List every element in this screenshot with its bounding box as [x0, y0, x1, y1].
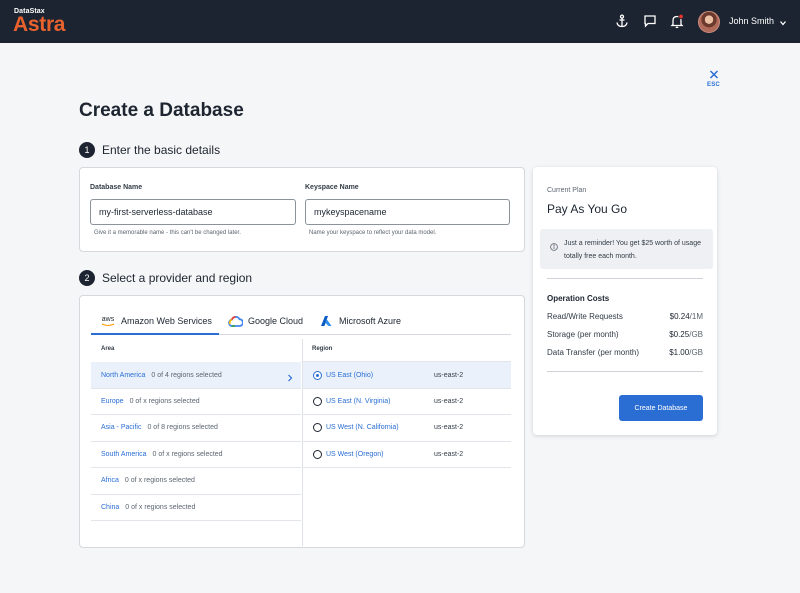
- plan-name: Pay As You Go: [547, 202, 628, 216]
- radio-button[interactable]: [313, 371, 322, 380]
- region-column-header: Region: [312, 346, 333, 352]
- google-cloud-icon: [228, 315, 243, 327]
- cost-label: Read/Write Requests: [547, 312, 623, 321]
- cost-price: $1.00: [669, 348, 690, 357]
- area-name: Europe: [101, 398, 124, 405]
- tab-google-cloud[interactable]: Google Cloud: [228, 309, 303, 333]
- keyspace-name-label: Keyspace Name: [305, 184, 359, 191]
- basic-details-card: Database Name Give it a memorable name -…: [79, 167, 525, 252]
- azure-icon: [320, 315, 332, 327]
- area-column-header: Area: [101, 346, 115, 352]
- cost-unit: /GB: [689, 348, 703, 357]
- row-divider: [303, 467, 511, 468]
- cost-unit: /1M: [689, 312, 703, 321]
- area-count: 0 of x regions selected: [129, 398, 200, 405]
- area-name: China: [101, 504, 120, 511]
- tab-label: Amazon Web Services: [121, 316, 212, 326]
- step-number: 2: [79, 270, 95, 286]
- region-row-us-east-n-virginia[interactable]: US East (N. Virginia) us-east-2: [303, 388, 511, 415]
- step-number: 1: [79, 142, 95, 158]
- tab-microsoft-azure[interactable]: Microsoft Azure: [320, 309, 401, 333]
- step-2-header: 2 Select a provider and region: [79, 270, 252, 286]
- cost-price: $0.25: [669, 330, 690, 339]
- user-name[interactable]: John Smith: [729, 16, 774, 26]
- free-usage-notice: Just a reminder! You get $25 worth of us…: [540, 229, 713, 269]
- radio-button[interactable]: [313, 423, 322, 432]
- cost-label: Data Transfer (per month): [547, 348, 640, 357]
- area-row-south-america[interactable]: South America 0 of x regions selected: [91, 441, 301, 468]
- page-title: Create a Database: [79, 100, 244, 121]
- create-database-button[interactable]: Create Database: [619, 395, 703, 421]
- top-navigation-bar: DataStax Astra John Smith: [0, 0, 800, 43]
- esc-label[interactable]: ESC: [707, 82, 720, 88]
- region-name: US West (N. California): [326, 424, 399, 431]
- area-name: South America: [101, 451, 147, 458]
- cost-label: Storage (per month): [547, 330, 619, 339]
- divider: [547, 371, 703, 372]
- tab-label: Google Cloud: [248, 316, 304, 326]
- area-row-africa[interactable]: Africa 0 of x regions selected: [91, 467, 301, 494]
- cost-unit: /GB: [689, 330, 703, 339]
- region-name: US East (N. Virginia): [326, 398, 391, 405]
- area-count: 0 of x regions selected: [125, 504, 196, 511]
- region-row-us-west-oregon[interactable]: US West (Oregon) us-east-2: [303, 441, 511, 468]
- cost-row-read-write: Read/Write Requests $0.24/1M: [547, 312, 703, 321]
- radio-button[interactable]: [313, 450, 322, 459]
- current-plan-label: Current Plan: [547, 187, 587, 194]
- region-row-us-west-n-california[interactable]: US West (N. California) us-east-2: [303, 414, 511, 441]
- area-row-china[interactable]: China 0 of x regions selected: [91, 494, 301, 521]
- chat-icon[interactable]: [641, 12, 659, 30]
- divider: [547, 278, 703, 279]
- database-name-label: Database Name: [90, 184, 143, 191]
- area-name: North America: [101, 372, 146, 379]
- notice-text: Just a reminder! You get $25 worth of us…: [564, 240, 701, 260]
- active-tab-indicator: [91, 333, 219, 335]
- area-count: 0 of x regions selected: [152, 451, 223, 458]
- region-code: us-east-2: [434, 398, 464, 405]
- keyspace-name-help: Name your keyspace to reflect your data …: [309, 230, 437, 236]
- anchor-icon[interactable]: [613, 12, 631, 30]
- plan-summary-card: Current Plan Pay As You Go Just a remind…: [533, 167, 717, 435]
- region-code: us-east-2: [434, 372, 464, 379]
- operation-costs-title: Operation Costs: [547, 294, 610, 303]
- region-name: US West (Oregon): [326, 451, 384, 458]
- step-title: Enter the basic details: [102, 143, 221, 157]
- region-name: US East (Ohio): [326, 372, 374, 379]
- region-row-us-east-ohio[interactable]: US East (Ohio) us-east-2: [303, 362, 511, 389]
- area-count: 0 of x regions selected: [124, 477, 195, 484]
- database-name-input[interactable]: [90, 199, 296, 225]
- database-name-help: Give it a memorable name - this can't be…: [94, 230, 241, 236]
- aws-icon: aws: [101, 316, 115, 327]
- tab-amazon-web-services[interactable]: aws Amazon Web Services: [101, 309, 212, 333]
- avatar[interactable]: [698, 11, 720, 33]
- keyspace-name-input[interactable]: [305, 199, 510, 225]
- row-divider: [91, 520, 301, 521]
- step-title: Select a provider and region: [102, 271, 253, 285]
- area-row-north-america[interactable]: North America 0 of 4 regions selected: [91, 362, 301, 389]
- info-icon: [550, 238, 558, 251]
- cost-row-data-transfer: Data Transfer (per month) $1.00/GB: [547, 348, 703, 357]
- region-code: us-east-2: [434, 424, 464, 431]
- area-row-europe[interactable]: Europe 0 of x regions selected: [91, 388, 301, 415]
- chevron-down-icon[interactable]: [778, 15, 788, 26]
- area-row-asia-pacific[interactable]: Asia - Pacific 0 of 8 regions selected: [91, 414, 301, 441]
- brand-logo[interactable]: Astra: [13, 13, 66, 37]
- area-count: 0 of 4 regions selected: [151, 372, 222, 379]
- step-1-header: 1 Enter the basic details: [79, 142, 220, 158]
- area-name: Asia - Pacific: [101, 424, 142, 431]
- area-name: Africa: [101, 477, 119, 484]
- tab-label: Microsoft Azure: [339, 316, 402, 326]
- cost-row-storage: Storage (per month) $0.25/GB: [547, 330, 703, 339]
- chevron-right-icon: [286, 370, 294, 382]
- cost-price: $0.24: [669, 312, 690, 321]
- radio-button[interactable]: [313, 397, 322, 406]
- close-icon[interactable]: [706, 68, 722, 82]
- area-count: 0 of 8 regions selected: [147, 424, 218, 431]
- bell-icon[interactable]: [668, 12, 686, 30]
- region-code: us-east-2: [434, 451, 464, 458]
